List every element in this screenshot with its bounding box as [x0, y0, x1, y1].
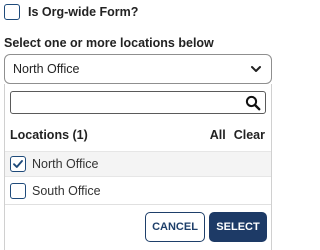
location-option-south-office[interactable]: South Office: [5, 178, 271, 204]
org-wide-checkbox[interactable]: [4, 4, 20, 20]
clear-link[interactable]: Clear: [234, 128, 265, 142]
locations-select[interactable]: North Office: [4, 54, 272, 84]
locations-count-title: Locations (1): [10, 128, 88, 142]
locations-section-label: Select one or more locations below: [4, 36, 214, 50]
location-search-box[interactable]: [10, 91, 266, 114]
select-button[interactable]: SELECT: [209, 212, 267, 242]
org-wide-label: Is Org-wide Form?: [28, 5, 139, 19]
locations-dropdown-panel: Locations (1) All Clear North Office Sou…: [4, 84, 272, 250]
dropdown-actions: CANCEL SELECT: [5, 204, 271, 250]
org-wide-row[interactable]: Is Org-wide Form?: [4, 2, 138, 22]
south-office-checkbox[interactable]: [10, 183, 26, 199]
select-all-link[interactable]: All: [210, 128, 226, 142]
search-icon[interactable]: [245, 95, 261, 111]
location-form: Is Org-wide Form? Select one or more loc…: [0, 0, 277, 250]
locations-list-header: Locations (1) All Clear: [10, 128, 265, 142]
north-office-label: North Office: [32, 157, 99, 171]
location-option-north-office[interactable]: North Office: [5, 151, 271, 177]
north-office-checkbox[interactable]: [10, 156, 26, 172]
checkmark-icon: [13, 160, 23, 168]
locations-select-value: North Office: [13, 62, 80, 76]
south-office-label: South Office: [32, 184, 101, 198]
cancel-button[interactable]: CANCEL: [145, 212, 205, 242]
location-search-input[interactable]: [15, 92, 245, 113]
chevron-down-icon[interactable]: [249, 62, 263, 76]
